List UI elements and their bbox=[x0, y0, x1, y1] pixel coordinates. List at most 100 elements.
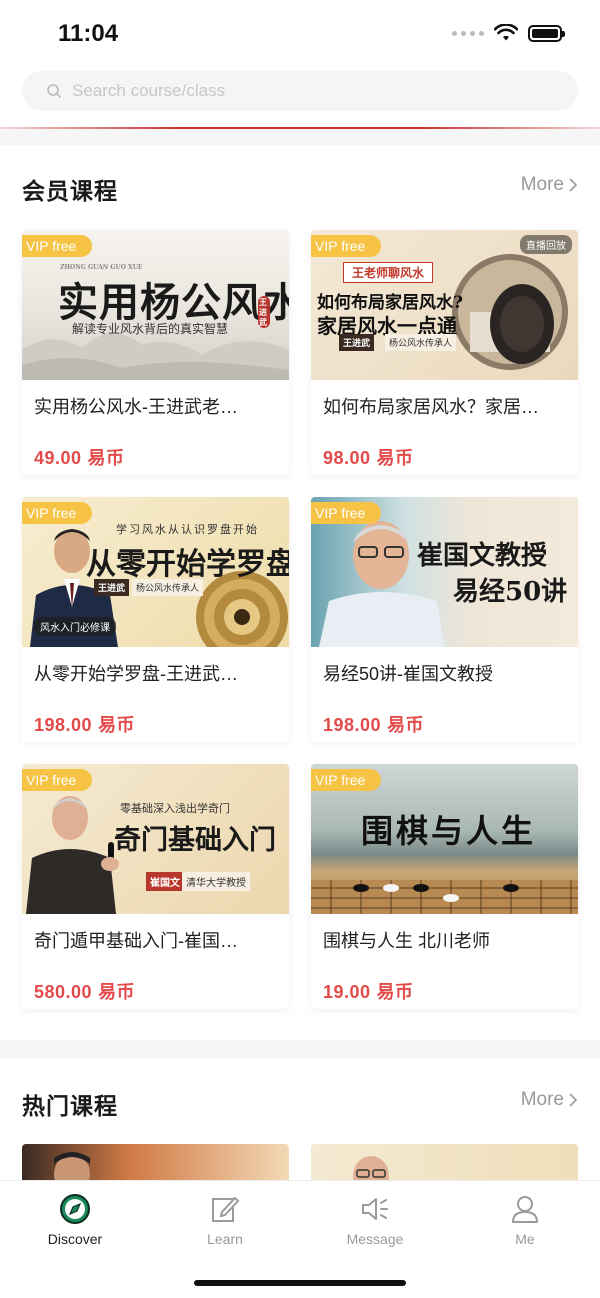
hot-course-thumbnail[interactable] bbox=[22, 1144, 289, 1180]
search-icon bbox=[47, 84, 61, 98]
status-time: 11:04 bbox=[58, 20, 119, 47]
search-input[interactable] bbox=[72, 81, 532, 101]
professor-photo bbox=[353, 1156, 389, 1180]
seal-stamp: 王进武 bbox=[258, 296, 270, 328]
thumb-role: 清华大学教授 bbox=[182, 872, 250, 891]
course-title: 实用杨公风水-王进武老… bbox=[34, 397, 238, 417]
price-value: 19.00 bbox=[323, 982, 371, 1002]
course-thumbnail: VIP free 实用杨公风水 ZHONG GUAN GUO XUE 解读专业风… bbox=[22, 230, 289, 380]
hot-course-thumbnail[interactable] bbox=[311, 1144, 578, 1180]
price-currency: 易币 bbox=[376, 448, 414, 468]
course-title: 易经50讲-崔国文教授 bbox=[323, 664, 494, 684]
chevron-right-icon bbox=[569, 178, 578, 192]
section-divider bbox=[0, 129, 600, 145]
thumb-tag: 王老师聊风水 bbox=[343, 262, 434, 283]
tab-message[interactable]: Message bbox=[300, 1193, 450, 1247]
thumb-title: 奇门基础入门 bbox=[114, 825, 276, 856]
go-board-illustration bbox=[311, 880, 578, 914]
thumb-pinyin: ZHONG GUAN GUO XUE bbox=[60, 264, 143, 271]
member-section-header: 会员课程 More bbox=[0, 172, 600, 212]
room-photo-illustration bbox=[452, 254, 568, 370]
thumb-top: 学习风水从认识罗盘开始 bbox=[116, 523, 259, 536]
course-thumbnail: VIP free 学习风水从认识罗盘开始 从零开始学罗盘 王进武 杨公风水传承人… bbox=[22, 497, 289, 647]
price-value: 198.00 bbox=[323, 715, 382, 735]
thumb-role: 杨公风水传承人 bbox=[385, 334, 457, 351]
section-title-member: 会员课程 bbox=[22, 178, 118, 204]
edit-note-icon bbox=[212, 1196, 240, 1222]
professor-photo bbox=[319, 521, 445, 647]
section-title-hot: 热门课程 bbox=[22, 1093, 118, 1119]
member-course-grid: VIP free 实用杨公风水 ZHONG GUAN GUO XUE 解读专业风… bbox=[22, 230, 578, 1009]
course-price: 580.00 易币 bbox=[34, 978, 135, 1004]
thumb-subtitle: 解读专业风水背后的真实智慧 bbox=[72, 322, 229, 336]
course-price: 98.00 易币 bbox=[323, 444, 414, 470]
teacher-photo bbox=[54, 1152, 90, 1180]
vip-badge: VIP free bbox=[22, 502, 93, 524]
tab-discover[interactable]: Discover bbox=[0, 1193, 150, 1247]
course-card[interactable]: VIP free 学习风水从认识罗盘开始 从零开始学罗盘 王进武 杨公风水传承人… bbox=[22, 497, 289, 742]
status-bar: 11:04 bbox=[0, 0, 600, 64]
signal-dots-icon bbox=[452, 30, 484, 36]
vip-badge: VIP free bbox=[311, 769, 382, 791]
speaker-icon bbox=[362, 1198, 388, 1220]
course-thumbnail: VIP free 直播回放 王老师聊风水 如何布局家居风水? 家居风水一点通 王… bbox=[311, 230, 578, 380]
course-title: 从零开始学罗盘-王进武… bbox=[34, 664, 238, 684]
professor-photo bbox=[26, 796, 119, 914]
live-replay-tag: 直播回放 bbox=[520, 235, 572, 254]
course-price: 198.00 易币 bbox=[34, 711, 135, 737]
thumb-title: 围棋与人生 bbox=[361, 812, 537, 850]
tab-learn[interactable]: Learn bbox=[150, 1193, 300, 1247]
thumb-title: 从零开始学罗盘 bbox=[86, 547, 289, 582]
thumb-tag: 风水入门必修课 bbox=[34, 617, 116, 636]
course-title: 如何布局家居风水？家居… bbox=[323, 397, 539, 417]
tab-label: Message bbox=[346, 1231, 404, 1247]
course-thumbnail: VIP free 围棋与人生 bbox=[311, 764, 578, 914]
battery-icon bbox=[528, 24, 565, 42]
compass-icon bbox=[60, 1194, 90, 1224]
user-icon bbox=[512, 1196, 538, 1223]
hot-section-header: 热门课程 More bbox=[0, 1087, 600, 1127]
price-currency: 易币 bbox=[87, 448, 125, 468]
price-currency: 易币 bbox=[98, 982, 136, 1002]
course-card[interactable]: VIP free 零基础深入浅出学奇门 奇门基础入门 崔国文 清华大学教授 奇门… bbox=[22, 764, 289, 1009]
price-value: 49.00 bbox=[34, 448, 82, 468]
price-currency: 易币 bbox=[376, 982, 414, 1002]
thumb-top: 零基础深入浅出学奇门 bbox=[120, 802, 230, 815]
home-indicator bbox=[194, 1280, 406, 1286]
thumb-role: 杨公风水传承人 bbox=[132, 579, 204, 596]
course-thumbnail: VIP free 崔国文教授 易经50讲 bbox=[311, 497, 578, 647]
vip-badge: VIP free bbox=[311, 502, 382, 524]
tab-me[interactable]: Me bbox=[450, 1193, 600, 1247]
course-title: 围棋与人生 北川老师 bbox=[323, 931, 491, 951]
search-bar[interactable] bbox=[22, 71, 578, 111]
course-price: 198.00 易币 bbox=[323, 711, 424, 737]
price-currency: 易币 bbox=[387, 715, 425, 735]
course-card[interactable]: VIP free 围棋与人生 围棋与人生 北川老师 19.00 易币 bbox=[311, 764, 578, 1009]
section-divider bbox=[0, 1040, 600, 1058]
course-price: 19.00 易币 bbox=[323, 978, 414, 1004]
more-label: More bbox=[520, 1089, 564, 1110]
course-card[interactable]: VIP free 崔国文教授 易经50讲 易经50讲-崔国文教授 198.00 易… bbox=[311, 497, 578, 742]
course-price: 49.00 易币 bbox=[34, 444, 125, 470]
thumb-line1: 崔国文教授 bbox=[417, 541, 548, 571]
tab-label: Discover bbox=[47, 1231, 103, 1247]
thumb-name: 崔国文 bbox=[146, 872, 184, 891]
tab-label: Me bbox=[515, 1231, 535, 1247]
price-currency: 易币 bbox=[98, 715, 136, 735]
vip-badge: VIP free bbox=[22, 235, 93, 257]
more-label: More bbox=[520, 174, 564, 195]
chevron-right-icon bbox=[569, 1093, 578, 1107]
tab-label: Learn bbox=[207, 1231, 243, 1247]
vip-badge: VIP free bbox=[311, 235, 382, 257]
status-icons bbox=[452, 24, 565, 42]
course-card[interactable]: VIP free 实用杨公风水 ZHONG GUAN GUO XUE 解读专业风… bbox=[22, 230, 289, 475]
price-value: 198.00 bbox=[34, 715, 93, 735]
wifi-icon bbox=[494, 24, 518, 41]
more-link-hot[interactable]: More bbox=[521, 1089, 578, 1111]
thumb-name: 王进武 bbox=[339, 334, 375, 351]
more-link-member[interactable]: More bbox=[521, 174, 578, 196]
course-card[interactable]: VIP free 直播回放 王老师聊风水 如何布局家居风水? 家居风水一点通 王… bbox=[311, 230, 578, 475]
price-value: 98.00 bbox=[323, 448, 371, 468]
vip-badge: VIP free bbox=[22, 769, 93, 791]
course-thumbnail: VIP free 零基础深入浅出学奇门 奇门基础入门 崔国文 清华大学教授 bbox=[22, 764, 289, 914]
